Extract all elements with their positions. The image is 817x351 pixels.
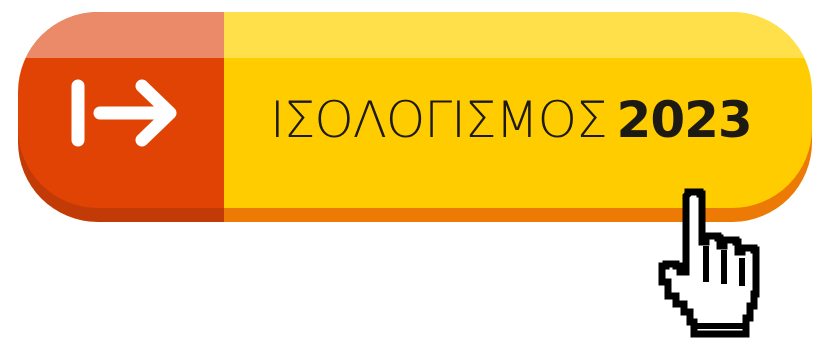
arrow-right-from-bar-icon bbox=[71, 79, 177, 147]
button-label: ΙΣΟΛΟΓΙΣΜΟΣ 2023 bbox=[270, 90, 753, 150]
button-label-year: 2023 bbox=[616, 91, 753, 149]
icon-block-highlight bbox=[18, 12, 224, 58]
icon-block[interactable] bbox=[18, 12, 224, 208]
canvas: ΙΣΟΛΟΓΙΣΜΟΣ 2023 bbox=[0, 0, 817, 351]
button-body-highlight bbox=[216, 12, 812, 58]
hand-pointer-icon bbox=[658, 188, 760, 338]
button-label-text: ΙΣΟΛΟΓΙΣΜΟΣ bbox=[270, 91, 608, 149]
